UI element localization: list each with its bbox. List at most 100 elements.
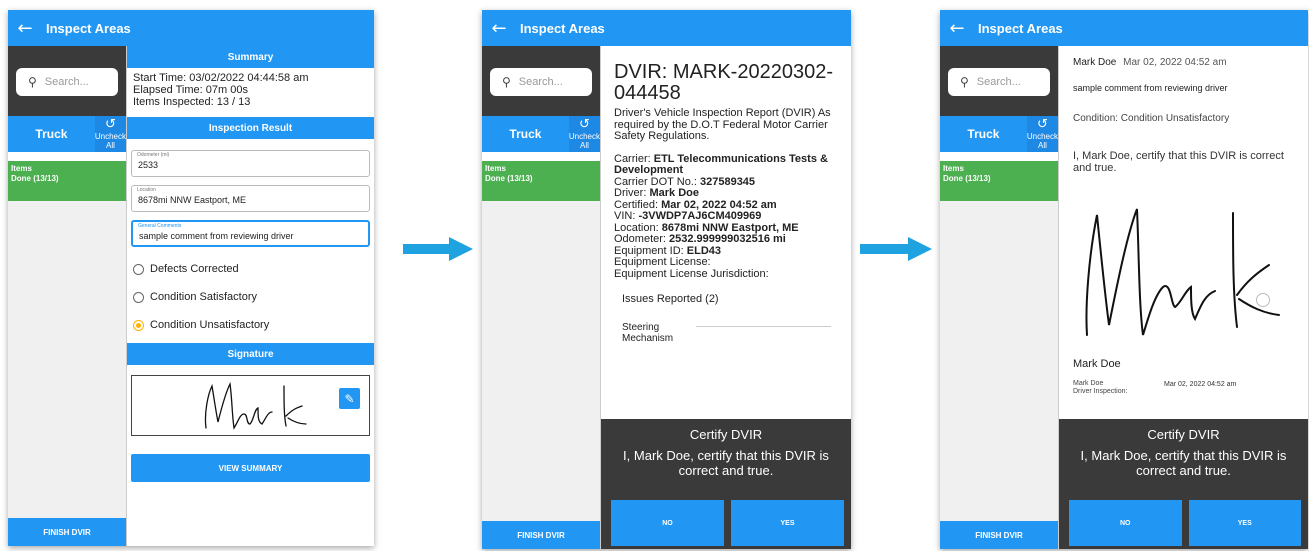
inspect-areas-screen-summary: ← Inspect Areas ⚲ Search... Truck ↺ Unch… (8, 10, 374, 546)
vin-value: -3VWDP7AJ6CM409969 (638, 210, 762, 222)
radio-defects-corrected[interactable]: Defects Corrected (127, 255, 374, 283)
radio-label: Condition Satisfactory (150, 291, 257, 303)
uncheck-all-label: Uncheck All (94, 132, 126, 150)
app-bar: ← Inspect Areas (8, 10, 374, 46)
issues-reported: Issues Reported (2) (622, 293, 719, 305)
signer-role: Driver Inspection: (1073, 388, 1128, 395)
issue-divider (696, 325, 831, 344)
items-status: Done (13/13) (485, 174, 533, 183)
finish-dvir-button[interactable]: FINISH DVIR (482, 521, 600, 549)
app-bar: ← Inspect Areas (482, 10, 851, 46)
sidebar-item-items[interactable]: Items Done (13/13) (940, 161, 1058, 201)
vin-label: VIN: (614, 210, 636, 222)
sidebar-empty-area (8, 201, 126, 518)
summary-panel: Summary Start Time: 03/02/2022 04:44:58 … (127, 46, 374, 546)
radio-label: Defects Corrected (150, 263, 239, 275)
carrier-label: Carrier: (614, 152, 651, 165)
items-label: Items (943, 164, 964, 173)
no-button[interactable]: NO (1069, 500, 1182, 546)
general-comments-field[interactable]: General Comments sample comment from rev… (131, 220, 370, 247)
certify-body: I, Mark Doe, certify that this DVIR is c… (623, 448, 829, 478)
comments-value: sample comment from reviewing driver (139, 231, 294, 241)
certify-body: I, Mark Doe, certify that this DVIR is c… (1080, 448, 1287, 478)
undo-icon: ↺ (104, 117, 116, 132)
radio-label: Condition Unsatisfactory (150, 319, 270, 331)
comment-text: sample comment from reviewing driver (1073, 83, 1228, 93)
items-status: Done (13/13) (11, 174, 59, 183)
sidebar-item-items[interactable]: Items Done (13/13) (482, 161, 600, 201)
location-label: Location: (614, 221, 659, 234)
yes-button[interactable]: YES (731, 500, 844, 546)
elapsed-time: Elapsed Time: 07m 00s (133, 84, 248, 96)
certify-title: Certify DVIR (689, 427, 763, 442)
pencil-icon: ✎ (344, 391, 355, 406)
sidebar-item-items[interactable]: Items Done (13/13) (8, 161, 126, 201)
certified-value: Mar 02, 2022 04:52 am (661, 198, 777, 211)
items-label: Items (485, 164, 506, 173)
sidebar: ⚲ Search... Truck ↺ Uncheck All Items Do… (940, 46, 1058, 549)
search-placeholder: Search... (518, 76, 563, 88)
search-input[interactable]: ⚲ Search... (490, 68, 592, 96)
report-intro: Driver's Vehicle Inspection Report (DVIR… (614, 107, 831, 142)
odometer-value: 2532.999999032516 mi (669, 233, 786, 245)
signature-date: Mar 02, 2022 04:52 am (1164, 381, 1237, 388)
truck-tab[interactable]: Truck (940, 116, 1027, 152)
radio-unchecked-icon (133, 263, 144, 275)
radio-unchecked-icon (133, 291, 144, 303)
view-summary-button[interactable]: VIEW SUMMARY (131, 454, 370, 482)
carrier-row: Carrier: ETL Telecommunications Tests & … (614, 152, 839, 177)
sidebar-empty-area (482, 201, 600, 521)
sidebar: ⚲ Search... Truck ↺ Uncheck All Items Do… (482, 46, 600, 549)
location-field[interactable]: Location 8678mi NNW Eastport, ME (131, 185, 370, 212)
page-title: Inspect Areas (520, 20, 605, 36)
truck-tab[interactable]: Truck (8, 116, 95, 152)
driver-label: Driver: (614, 187, 647, 199)
issue-label: Steering Mechanism (622, 321, 674, 344)
uncheck-all-button[interactable]: ↺ Uncheck All (94, 116, 126, 152)
category-row: Truck ↺ Uncheck All (8, 116, 126, 152)
uncheck-all-label: Uncheck All (1026, 132, 1058, 150)
search-input[interactable]: ⚲ Search... (16, 68, 118, 96)
no-button[interactable]: NO (611, 500, 724, 546)
radio-condition-unsatisfactory[interactable]: Condition Unsatisfactory (127, 311, 374, 339)
uncheck-all-label: Uncheck All (568, 132, 600, 150)
undo-icon: ↺ (1036, 117, 1048, 132)
back-arrow-icon[interactable]: ← (8, 18, 42, 39)
location-value: 8678mi NNW Eastport, ME (661, 221, 799, 234)
dot-value: 327589345 (699, 175, 756, 188)
comment-header: Mark Doe Mar 02, 2022 04:52 am (1073, 57, 1294, 69)
location-label: Location (137, 187, 156, 193)
app-bar: ← Inspect Areas (940, 10, 1308, 46)
page-title: Inspect Areas (978, 20, 1063, 36)
driver-value: Mark Doe (649, 187, 699, 199)
back-arrow-icon[interactable]: ← (940, 18, 974, 39)
category-row: Truck ↺ Uncheck All (482, 116, 600, 152)
edit-signature-button[interactable]: ✎ (339, 388, 360, 409)
search-icon: ⚲ (28, 75, 37, 89)
sidebar: ⚲ Search... Truck ↺ Uncheck All Items Do… (8, 46, 126, 546)
inspection-result-header: Inspection Result (127, 117, 374, 139)
issue-item[interactable]: Steering Mechanism (614, 322, 839, 344)
condition-text: Condition: Condition Unsatisfactory (1073, 113, 1230, 124)
yes-button[interactable]: YES (1188, 500, 1301, 546)
license-row: Equipment License: (614, 256, 711, 268)
finish-dvir-button[interactable]: FINISH DVIR (8, 518, 126, 546)
back-arrow-icon[interactable]: ← (482, 18, 516, 39)
uncheck-all-button[interactable]: ↺ Uncheck All (1026, 116, 1058, 152)
odometer-field[interactable]: Odometer (mi) 2533 (131, 150, 370, 177)
signature-review-panel: Mark Doe Mar 02, 2022 04:52 am sample co… (1059, 46, 1308, 180)
search-input[interactable]: ⚲ Search... (948, 68, 1050, 96)
truck-tab[interactable]: Truck (482, 116, 569, 152)
certify-dialog: Certify DVIR I, Mark Doe, certify that t… (1059, 419, 1308, 549)
search-placeholder: Search... (44, 76, 89, 88)
summary-header: Summary (127, 46, 374, 68)
radio-condition-satisfactory[interactable]: Condition Satisfactory (127, 283, 374, 311)
finish-dvir-button[interactable]: FINISH DVIR (940, 521, 1058, 549)
certify-buttons: NO YES (611, 500, 844, 546)
search-placeholder: Search... (976, 76, 1021, 88)
signature-box[interactable]: ✎ (131, 375, 370, 436)
signature-handle-icon[interactable] (1256, 293, 1270, 307)
inspect-areas-screen-signature: ← Inspect Areas ⚲ Search... Truck ↺ Unch… (940, 10, 1308, 549)
dot-label: Carrier DOT No.: (614, 175, 697, 188)
uncheck-all-button[interactable]: ↺ Uncheck All (568, 116, 600, 152)
